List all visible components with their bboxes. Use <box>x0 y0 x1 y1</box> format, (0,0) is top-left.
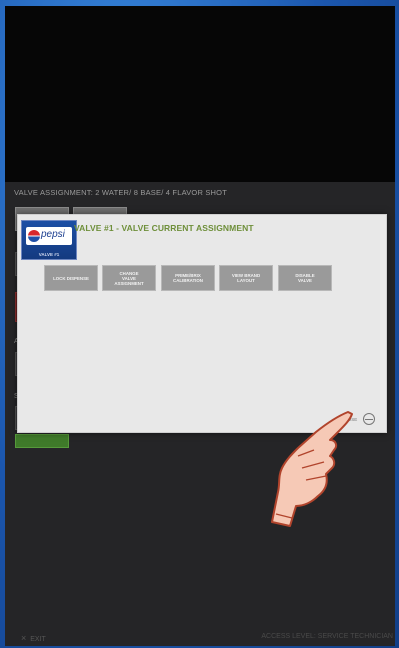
dialog-title: VALVE #1 - VALVE CURRENT ASSIGNMENT <box>74 223 254 233</box>
logo-badge: pepsi <box>26 227 72 245</box>
device-frame: VALVE ASSIGNMENT: 2 WATER/ 8 BASE/ 4 FLA… <box>0 0 399 648</box>
exit-button[interactable]: × EXIT <box>21 633 46 643</box>
change-valve-assignment-button[interactable]: CHANGE VALVE ASSIGNMENT <box>102 265 156 291</box>
prime-brix-calibration-button[interactable]: PRIME/BRIX CALIBRATION <box>161 265 215 291</box>
disable-valve-button[interactable]: DISABLE VALVE <box>278 265 332 291</box>
logo-wordmark: pepsi <box>41 229 65 240</box>
valve-number-caption: VALVE #1 <box>38 252 60 257</box>
lock-dispense-button[interactable]: LOCK DISPENSE <box>44 265 98 291</box>
pepsi-logo: pepsi VALVE #1 <box>21 220 77 260</box>
view-brand-layout-button[interactable]: VIEW BRAND LAYOUT <box>219 265 273 291</box>
close-x-icon: × <box>21 633 27 643</box>
green-action-button[interactable] <box>15 434 69 448</box>
pointing-hand-icon <box>271 411 353 527</box>
close-icon[interactable] <box>363 413 375 425</box>
pepsi-globe-icon <box>28 230 40 242</box>
panel-title: VALVE ASSIGNMENT: 2 WATER/ 8 BASE/ 4 FLA… <box>14 188 227 197</box>
valve-assignment-dialog: pepsi VALVE #1 VALVE #1 - VALVE CURRENT … <box>17 214 387 433</box>
access-level-label: ACCESS LEVEL: SERVICE TECHNICIAN <box>261 633 393 640</box>
exit-label: EXIT <box>30 636 46 643</box>
